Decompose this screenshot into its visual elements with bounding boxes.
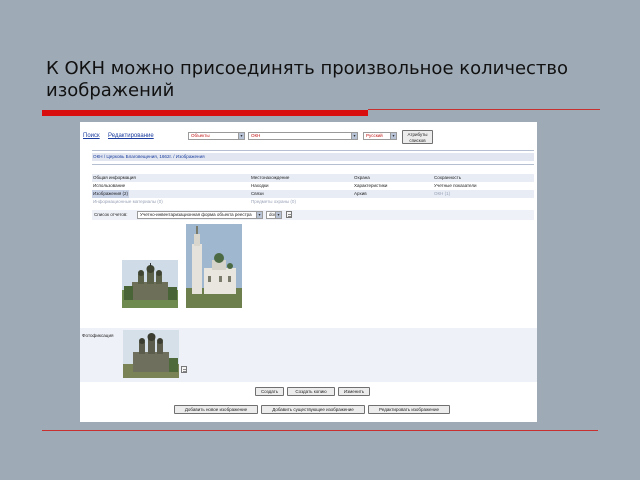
nav-info-materials[interactable]: Информационные материалы (0): [93, 198, 163, 206]
nav-row: Информационные материалы (0) Предметы ох…: [92, 198, 534, 206]
list-attributes-button[interactable]: Атрибуты списков: [402, 130, 433, 144]
report-document-icon[interactable]: [286, 211, 292, 218]
nav-okn[interactable]: ОКН (1): [434, 190, 450, 198]
fixation-photo-thumbnail[interactable]: [123, 330, 179, 378]
format-select[interactable]: doc ▾: [266, 211, 282, 219]
objects-select[interactable]: Объекты ▾: [188, 132, 245, 140]
nav-archive[interactable]: Архив: [354, 190, 367, 198]
edit-button[interactable]: Изменить: [338, 387, 370, 396]
report-select-value: Учетно-инвентаризационная форма объекта …: [140, 212, 252, 217]
report-list-label: Список отчетов:: [94, 212, 128, 217]
photo-fixation-row: Фотофиксация: [80, 328, 537, 382]
nav-characteristics[interactable]: Характеристики: [354, 182, 387, 190]
slide-title: К ОКН можно присоединять произвольное ко…: [46, 58, 569, 101]
nav-row: Использование Находки Характеристики Уче…: [92, 182, 534, 190]
bell-tower-photo-thumbnail[interactable]: [186, 224, 242, 308]
search-link[interactable]: Поиск: [83, 133, 100, 139]
chevron-down-icon: ▾: [256, 212, 262, 218]
chevron-down-icon: ▾: [275, 212, 281, 218]
app-screenshot: Поиск Редактирование Объекты ▾ ОКН ▾ Рус…: [80, 122, 537, 422]
nav-general-info[interactable]: Общая информация: [93, 174, 136, 182]
report-row: Список отчетов: Учетно-инвентаризационна…: [92, 210, 534, 220]
title-underline-thin: [368, 109, 600, 110]
toolbar: Поиск Редактирование Объекты ▾ ОКН ▾ Рус…: [80, 122, 537, 150]
report-select[interactable]: Учетно-инвентаризационная форма объекта …: [137, 211, 263, 219]
okn-select-value: ОКН: [251, 133, 261, 138]
language-select-value: Русский: [366, 133, 383, 138]
edit-image-button[interactable]: Редактировать изображение: [368, 405, 450, 414]
create-button[interactable]: Создать: [255, 387, 284, 396]
nav-row: Общая информация Местонахождение Охрана …: [92, 174, 534, 182]
title-underline-thick: [42, 110, 368, 116]
nav-protected-items[interactable]: Предметы охраны (0): [251, 198, 296, 206]
nav-row: Изображения (2) Связи Архив ОКН (1): [92, 190, 534, 198]
add-existing-image-button[interactable]: Добавить существующее изображение: [261, 405, 365, 414]
objects-select-value: Объекты: [191, 133, 210, 138]
nav-condition[interactable]: Сохранность: [434, 174, 461, 182]
bottom-rule: [42, 430, 598, 431]
add-new-image-button[interactable]: Добавить новое изображение: [174, 405, 258, 414]
toolbar-divider: [92, 150, 534, 151]
edit-link[interactable]: Редактирование: [108, 133, 154, 139]
nav-links[interactable]: Связи: [251, 190, 264, 198]
photo-fixation-label: Фотофиксация: [82, 333, 114, 338]
nav-location[interactable]: Местонахождение: [251, 174, 289, 182]
language-select[interactable]: Русский ▾: [363, 132, 397, 140]
nav-images[interactable]: Изображения (2): [92, 190, 130, 198]
church-photo-thumbnail[interactable]: [122, 260, 178, 308]
chevron-down-icon: ▾: [351, 133, 357, 139]
breadcrumb-divider: [92, 164, 534, 165]
nav-registry-figures[interactable]: Учетные показатели: [434, 182, 477, 190]
create-copy-button[interactable]: Создать копию: [287, 387, 335, 396]
chevron-down-icon: ▾: [390, 133, 396, 139]
okn-select[interactable]: ОКН ▾: [248, 132, 358, 140]
breadcrumb[interactable]: ОКН / Церковь Благовещения, 1662г. / Изо…: [92, 153, 534, 161]
nav-usage[interactable]: Использование: [93, 182, 125, 190]
chevron-down-icon: ▾: [238, 133, 244, 139]
nav-finds[interactable]: Находки: [251, 182, 268, 190]
image-gallery: [92, 224, 534, 328]
attach-document-icon[interactable]: [181, 366, 187, 373]
nav-protection[interactable]: Охрана: [354, 174, 370, 182]
